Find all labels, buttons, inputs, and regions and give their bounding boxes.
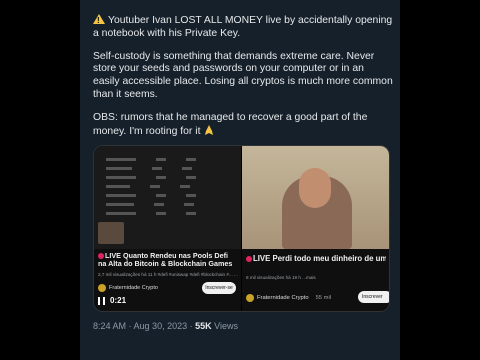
- tweet-text: Youtuber Ivan LOST ALL MONEY live by acc…: [93, 14, 393, 148]
- webcam-overlay: [98, 222, 124, 244]
- video-title-right[interactable]: LIVE Perdi todo meu dinheiro de uma vez,…: [246, 254, 386, 263]
- playback-controls[interactable]: 0:21: [98, 296, 126, 305]
- tweet-paragraph-2: Self-custody is something that demands e…: [93, 50, 393, 100]
- views-count: 55K: [195, 321, 212, 331]
- tweet-paragraph-3-text: OBS: rumors that he managed to recover a…: [93, 111, 368, 137]
- channel-avatar: [246, 294, 254, 302]
- spreadsheet-rows: [106, 158, 236, 221]
- subscribe-button-right[interactable]: Inscrever: [358, 291, 389, 303]
- video-meta-right: 8 mil visualizações há 19 h ...mais: [246, 275, 316, 280]
- warning-icon: [93, 14, 105, 28]
- video-title-text: LIVE Quanto Rendeu nas Pools Defi na Alt…: [98, 251, 233, 269]
- video-meta: 2,7 mil visualizações há 11 h #defi #uni…: [98, 272, 238, 277]
- channel-name: Fraternidade Crypto: [109, 285, 158, 291]
- webcam-frame: [242, 146, 389, 249]
- video-title[interactable]: LIVE Quanto Rendeu nas Pools Defi na Alt…: [98, 251, 238, 269]
- video-thumbnail-right[interactable]: LIVE Perdi todo meu dinheiro de uma vez,…: [242, 146, 389, 311]
- pause-icon[interactable]: [98, 296, 105, 305]
- tweet-paragraph-3: OBS: rumors that he managed to recover a…: [93, 112, 393, 139]
- playback-time: 0:21: [110, 296, 127, 305]
- subscriber-count: 55 mil: [315, 295, 332, 301]
- video-thumbnail-left[interactable]: LIVE Quanto Rendeu nas Pools Defi na Alt…: [94, 146, 241, 311]
- channel-name-right: Fraternidade Crypto: [257, 295, 309, 301]
- video-title-right-text: LIVE Perdi todo meu dinheiro de uma vez,…: [253, 254, 386, 263]
- folded-hands-icon: [205, 124, 214, 135]
- tweet-time[interactable]: 8:24 AM: [93, 321, 126, 331]
- channel-row[interactable]: Fraternidade Crypto: [98, 284, 158, 292]
- channel-row-right[interactable]: Fraternidade Crypto 55 mil: [246, 294, 331, 302]
- tweet-media[interactable]: LIVE Quanto Rendeu nas Pools Defi na Alt…: [93, 145, 390, 312]
- tweet-paragraph-1-text: Youtuber Ivan LOST ALL MONEY live by acc…: [93, 15, 393, 39]
- screen-capture: [94, 146, 241, 249]
- live-icon: [98, 253, 104, 259]
- subscribe-button[interactable]: Inscrever-se: [202, 282, 236, 294]
- tweet-paragraph-1: Youtuber Ivan LOST ALL MONEY live by acc…: [93, 14, 393, 41]
- tweet-date[interactable]: Aug 30, 2023: [134, 321, 188, 331]
- live-icon: [246, 256, 252, 262]
- channel-avatar: [98, 284, 106, 292]
- tweet-card: Youtuber Ivan LOST ALL MONEY live by acc…: [80, 0, 400, 360]
- tweet-meta: 8:24 AM · Aug 30, 2023 · 55K Views: [93, 321, 238, 331]
- views-label: Views: [214, 321, 238, 331]
- person-head: [299, 168, 331, 208]
